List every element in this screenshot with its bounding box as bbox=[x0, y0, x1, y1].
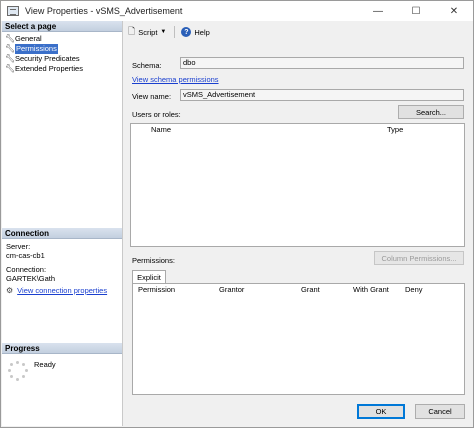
toolbar-separator bbox=[174, 26, 176, 38]
users-roles-grid-header: Name Type bbox=[131, 124, 464, 135]
toolbar: 🗋︎ Script ▼ ? Help bbox=[124, 21, 473, 43]
progress-section: Progress Ready bbox=[2, 343, 122, 385]
server-label: Server: bbox=[6, 242, 31, 251]
column-header-type[interactable]: Type bbox=[387, 125, 403, 134]
maximize-button[interactable]: ☐ bbox=[397, 1, 435, 21]
page-item-permissions[interactable]: 🔧︎ Permissions bbox=[2, 44, 122, 54]
progress-spinner-icon bbox=[8, 361, 28, 381]
page-item-label: General bbox=[15, 34, 42, 43]
permissions-grid[interactable]: Permission Grantor Grant With Grant Deny bbox=[132, 283, 465, 395]
left-pane: Select a page 🔧︎ General 🔧︎ Permissions … bbox=[2, 21, 123, 426]
users-roles-grid[interactable]: Name Type bbox=[130, 123, 465, 247]
tab-explicit[interactable]: Explicit bbox=[132, 270, 166, 283]
search-button[interactable]: Search... bbox=[398, 105, 464, 119]
column-header-grantor[interactable]: Grantor bbox=[219, 285, 244, 294]
view-connection-properties[interactable]: ⚙︎ View connection properties bbox=[6, 286, 118, 295]
script-icon: 🗋︎ bbox=[128, 26, 136, 36]
script-label: Script bbox=[138, 27, 158, 37]
connection-properties-icon: ⚙︎ bbox=[6, 286, 14, 295]
cancel-button[interactable]: Cancel bbox=[415, 404, 465, 419]
column-header-name[interactable]: Name bbox=[151, 125, 171, 134]
dialog-button-bar: OK Cancel bbox=[124, 399, 473, 427]
connection-body: Server: cm-cas-cb1 Connection: GARTEK\Ga… bbox=[2, 239, 122, 298]
close-button[interactable]: ✕ bbox=[435, 1, 473, 21]
column-header-with-grant[interactable]: With Grant bbox=[353, 285, 389, 294]
page-item-label: Security Predicates bbox=[15, 54, 80, 63]
permissions-label: Permissions: bbox=[132, 256, 175, 265]
wrench-icon: 🔧︎ bbox=[5, 44, 16, 53]
page-list: 🔧︎ General 🔧︎ Permissions 🔧︎ Security Pr… bbox=[2, 32, 122, 74]
connection-header: Connection bbox=[2, 228, 122, 239]
help-label: Help bbox=[194, 27, 210, 37]
wrench-icon: 🔧︎ bbox=[5, 54, 16, 63]
progress-body: Ready bbox=[2, 354, 122, 385]
view-connection-properties-link[interactable]: View connection properties bbox=[17, 286, 107, 295]
page-item-extended-properties[interactable]: 🔧︎ Extended Properties bbox=[2, 64, 122, 74]
view-name-field[interactable]: vSMS_Advertisement bbox=[180, 89, 464, 101]
view-name-label: View name: bbox=[132, 92, 172, 101]
script-button[interactable]: 🗋︎ Script ▼ bbox=[128, 24, 166, 40]
view-schema-permissions-link[interactable]: View schema permissions bbox=[132, 75, 219, 84]
window-title: View Properties - vSMS_Advertisement bbox=[25, 6, 183, 16]
permissions-grid-header: Permission Grantor Grant With Grant Deny bbox=[133, 284, 464, 295]
page-item-general[interactable]: 🔧︎ General bbox=[2, 34, 122, 44]
window-icon bbox=[7, 6, 19, 16]
progress-header: Progress bbox=[2, 343, 122, 354]
progress-status: Ready bbox=[34, 360, 56, 369]
schema-label: Schema: bbox=[132, 61, 162, 70]
wrench-icon: 🔧︎ bbox=[5, 34, 16, 43]
ok-button[interactable]: OK bbox=[357, 404, 405, 419]
column-permissions-button[interactable]: Column Permissions... bbox=[374, 251, 464, 265]
connection-section: Connection Server: cm-cas-cb1 Connection… bbox=[2, 228, 122, 298]
schema-field[interactable]: dbo bbox=[180, 57, 464, 69]
help-icon: ? bbox=[181, 27, 192, 37]
page-item-label: Extended Properties bbox=[15, 64, 83, 73]
chevron-down-icon: ▼ bbox=[160, 29, 167, 35]
minimize-button[interactable]: — bbox=[359, 1, 397, 21]
view-properties-window: View Properties - vSMS_Advertisement — ☐… bbox=[0, 0, 474, 428]
page-item-security-predicates[interactable]: 🔧︎ Security Predicates bbox=[2, 54, 122, 64]
wrench-icon: 🔧︎ bbox=[5, 64, 16, 73]
server-value: cm-cas-cb1 bbox=[6, 251, 45, 260]
column-header-permission[interactable]: Permission bbox=[138, 285, 175, 294]
column-header-grant[interactable]: Grant bbox=[301, 285, 320, 294]
column-header-deny[interactable]: Deny bbox=[405, 285, 423, 294]
title-bar: View Properties - vSMS_Advertisement — ☐… bbox=[1, 1, 473, 21]
connection-value: GARTEK\Gath bbox=[6, 274, 56, 283]
help-button[interactable]: ? Help bbox=[181, 27, 210, 37]
window-controls: — ☐ ✕ bbox=[359, 1, 473, 21]
page-item-label: Permissions bbox=[15, 44, 58, 54]
right-pane: 🗋︎ Script ▼ ? Help Schema: dbo View sche… bbox=[124, 21, 473, 399]
select-page-header: Select a page bbox=[2, 21, 122, 32]
connection-label: Connection: bbox=[6, 265, 47, 274]
users-roles-label: Users or roles: bbox=[132, 110, 181, 119]
